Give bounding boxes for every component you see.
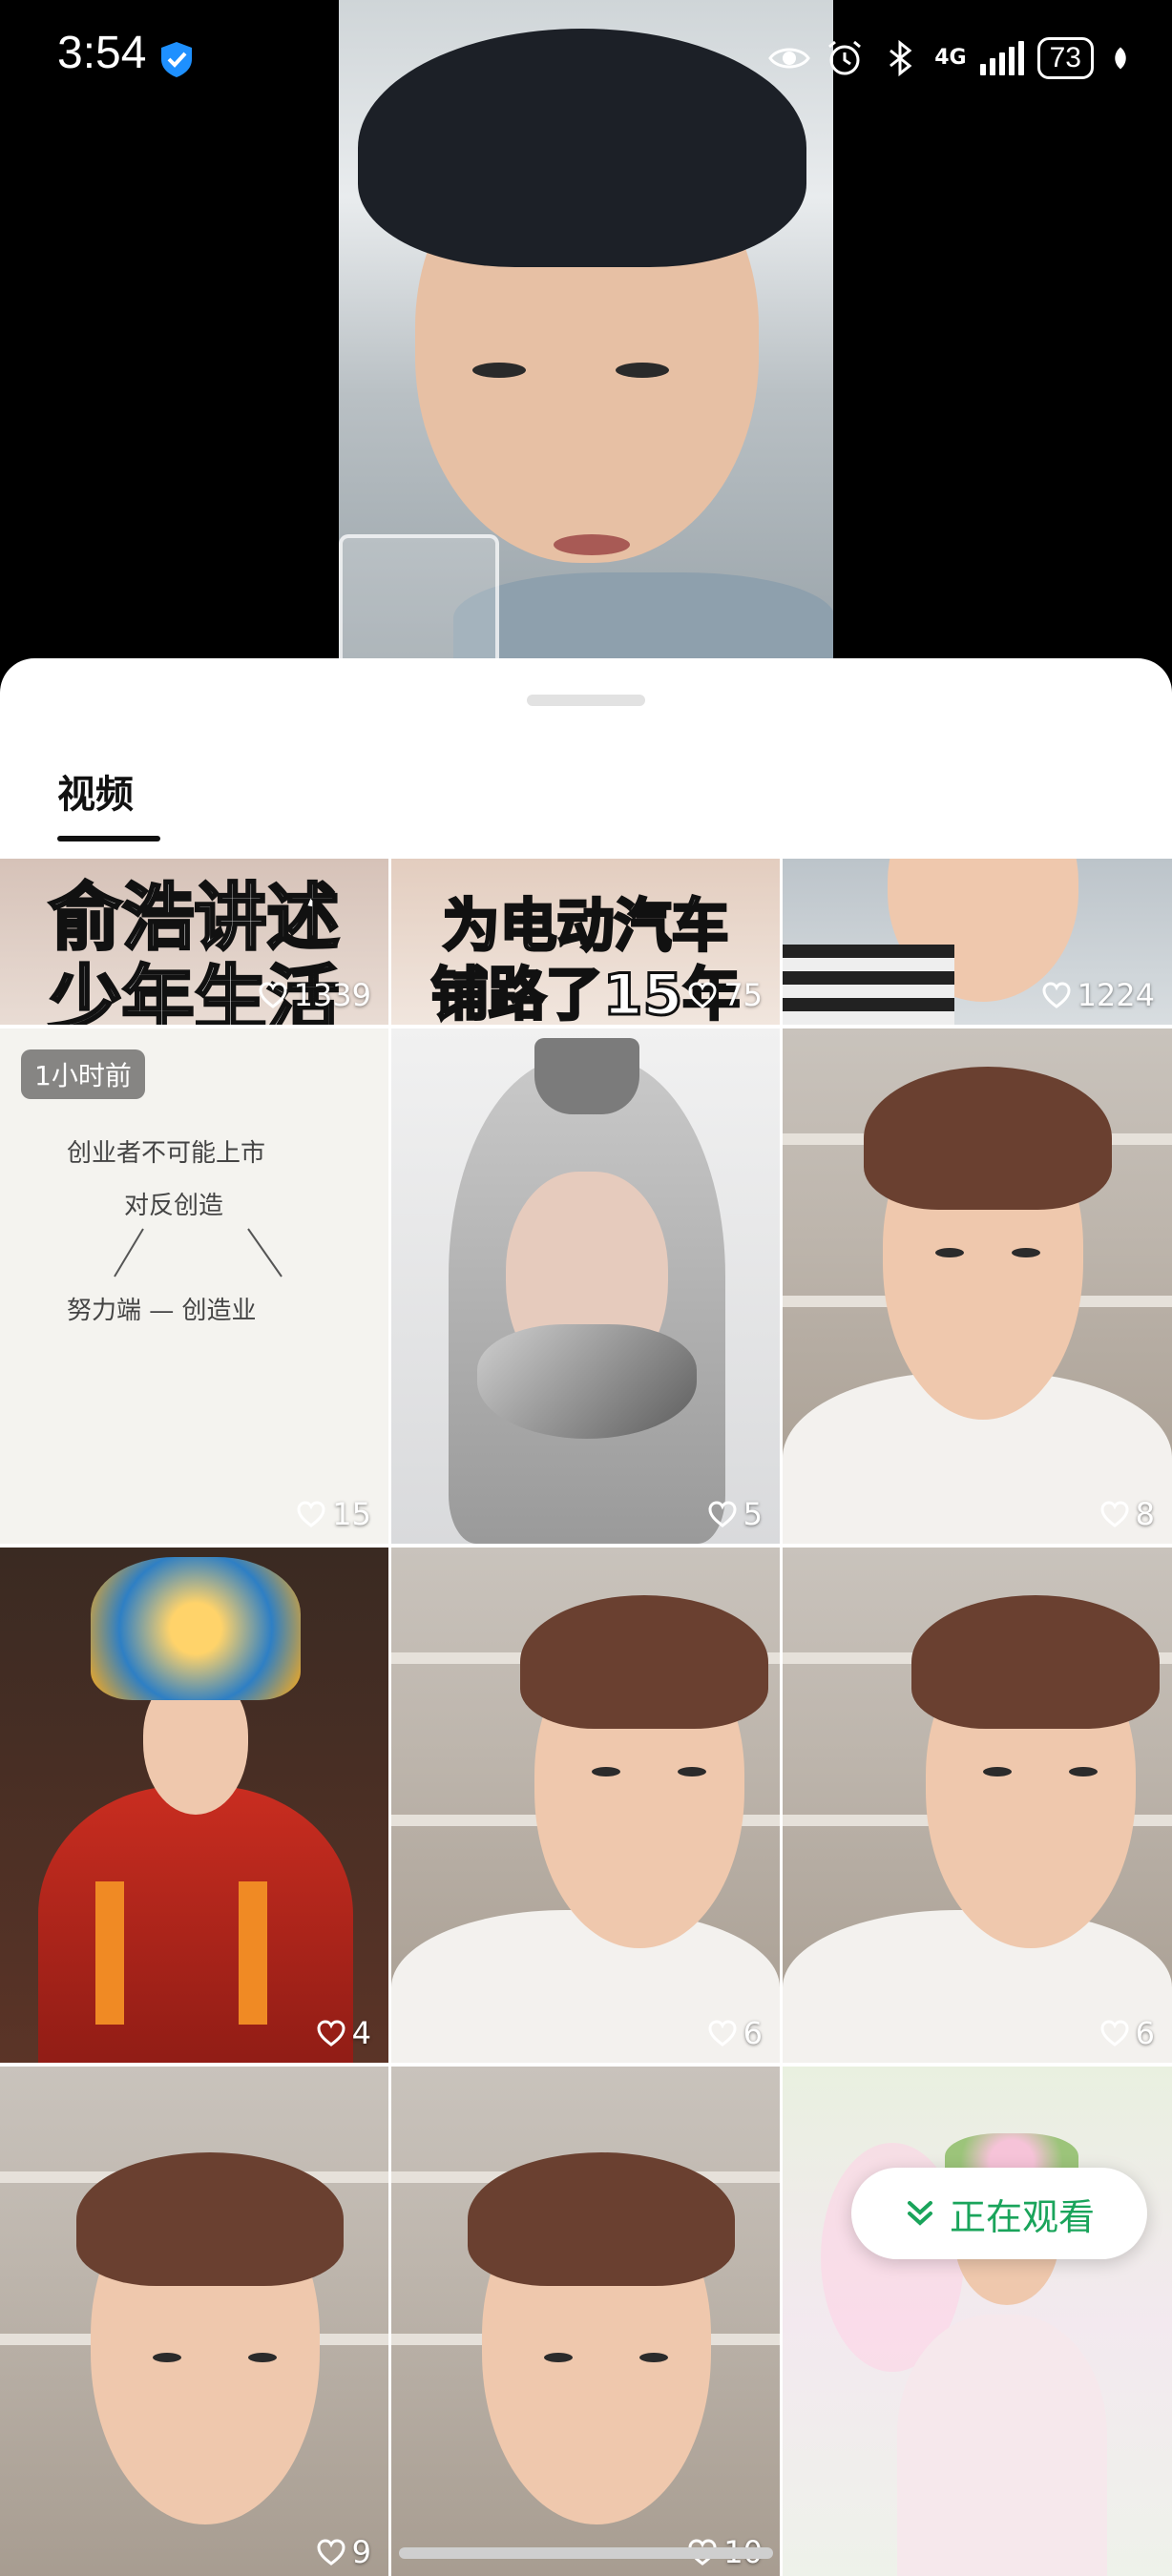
video-thumb[interactable]: 4 — [0, 1548, 388, 2063]
like-count: 15 — [296, 1496, 371, 1532]
drag-handle[interactable] — [527, 695, 645, 706]
video-thumb[interactable]: 10 — [391, 2067, 780, 2576]
heart-icon — [259, 982, 287, 1008]
shield-icon — [161, 42, 192, 77]
status-bar: 3:54 4G 73 — [0, 0, 1172, 114]
video-thumb[interactable]: 俞浩讲述 少年生活 1339 — [0, 859, 388, 1025]
video-list-sheet: 视频 俞浩讲述 少年生活 1339 为电动汽车 铺路了15年 75 1224 1… — [0, 658, 1172, 2576]
like-count: 1339 — [258, 977, 371, 1013]
leaf-icon — [1115, 47, 1126, 70]
video-thumb[interactable] — [783, 2067, 1172, 2576]
video-thumb[interactable]: 6 — [783, 1548, 1172, 2063]
video-thumb[interactable]: 9 — [0, 2067, 388, 2576]
like-count: 1224 — [1041, 977, 1155, 1013]
like-count: 9 — [316, 2534, 371, 2570]
heart-icon — [317, 2020, 345, 2046]
now-watching-label: 正在观看 — [949, 2195, 1095, 2238]
heart-icon — [708, 1501, 737, 1527]
video-thumb[interactable]: 为电动汽车 铺路了15年 75 — [391, 859, 780, 1025]
now-watching-button[interactable]: 正在观看 — [851, 2168, 1147, 2259]
like-count: 4 — [316, 2015, 371, 2051]
tab-indicator — [57, 836, 160, 841]
alarm-icon — [828, 40, 862, 75]
heart-icon — [1100, 1501, 1129, 1527]
status-time: 3:54 — [57, 28, 147, 78]
heart-icon — [317, 2539, 345, 2566]
time-badge: 1小时前 — [21, 1049, 145, 1099]
heart-icon — [1042, 982, 1071, 1008]
tab-videos[interactable]: 视频 — [57, 763, 134, 819]
video-thumb[interactable]: 5 — [391, 1028, 780, 1544]
signal-icon — [979, 41, 1024, 75]
heart-icon — [708, 2020, 737, 2046]
video-thumb[interactable]: 6 — [391, 1548, 780, 2063]
heart-icon — [297, 1501, 325, 1527]
video-thumb[interactable]: 1224 — [783, 859, 1172, 1025]
battery-level: 73 — [1036, 37, 1094, 79]
like-count: 5 — [707, 1496, 763, 1532]
heart-icon — [688, 982, 717, 1008]
heart-icon — [1100, 2020, 1129, 2046]
video-thumb[interactable]: 1小时前 创业者不可能上市 对反创造 努力端 — 创造业 15 — [0, 1028, 388, 1544]
gesture-bar[interactable] — [399, 2547, 773, 2559]
eye-icon — [768, 48, 811, 69]
like-count: 75 — [687, 977, 763, 1013]
note-text: 对反创造 — [124, 1192, 224, 1220]
network-type: 4G — [934, 46, 967, 70]
like-count: 6 — [1099, 2015, 1155, 2051]
like-count: 6 — [707, 2015, 763, 2051]
note-text: 努力端 — 创造业 — [67, 1297, 257, 1325]
bluetooth-icon — [889, 39, 912, 77]
note-text: 创业者不可能上市 — [67, 1139, 266, 1168]
like-count: 8 — [1099, 1496, 1155, 1532]
double-chevron-down-icon — [907, 2201, 932, 2226]
note-lines — [114, 1228, 283, 1278]
tab-bar: 视频 — [0, 763, 1172, 845]
video-thumb[interactable]: 8 — [783, 1028, 1172, 1544]
